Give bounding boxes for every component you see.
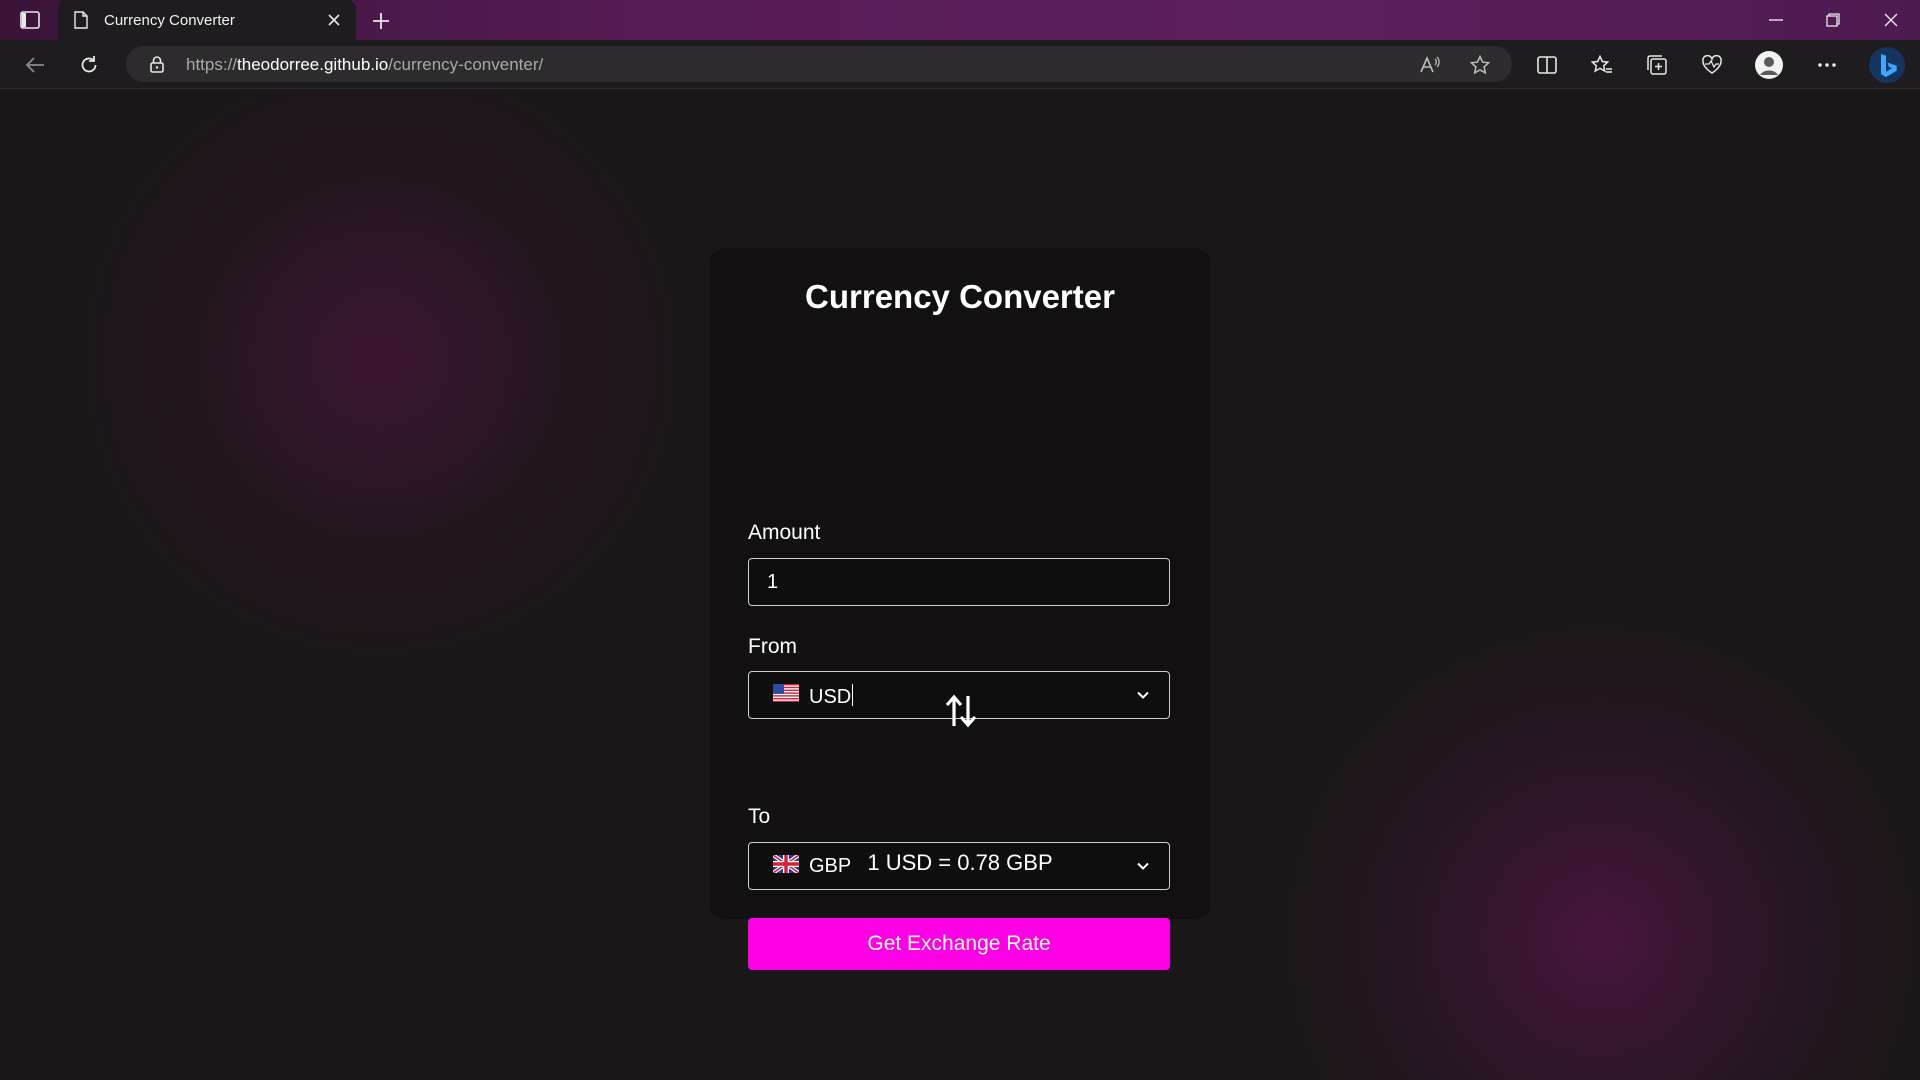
back-icon[interactable]: [20, 50, 50, 80]
browser-essentials-icon[interactable]: [1697, 50, 1727, 80]
close-tab-icon[interactable]: [324, 10, 344, 30]
url-host: theodorree.github.io: [237, 55, 389, 74]
page-background: Currency Converter Amount 1 From USD To …: [0, 89, 1920, 1080]
bing-copilot-icon[interactable]: [1868, 46, 1906, 84]
from-currency-code: USD: [809, 686, 852, 708]
chevron-down-icon: [1135, 687, 1151, 703]
to-label: To: [748, 805, 771, 828]
swap-arrows-icon[interactable]: [945, 694, 977, 728]
amount-input[interactable]: 1: [748, 558, 1170, 606]
address-bar[interactable]: https://theodorree.github.io/currency-co…: [126, 46, 1512, 82]
browser-tab-active[interactable]: Currency Converter: [58, 0, 356, 40]
from-label: From: [748, 635, 797, 658]
restore-icon[interactable]: [1813, 8, 1853, 32]
favorite-star-icon[interactable]: [1466, 51, 1494, 79]
lock-icon[interactable]: [148, 55, 166, 73]
new-tab-icon[interactable]: [368, 8, 394, 34]
browser-titlebar: Currency Converter: [0, 0, 1920, 40]
converter-card: Currency Converter Amount 1 From USD To …: [710, 248, 1210, 970]
browser-toolbar: https://theodorree.github.io/currency-co…: [0, 40, 1920, 89]
collections-icon[interactable]: [1642, 50, 1672, 80]
page-title: Currency Converter: [805, 278, 1115, 315]
favorites-icon[interactable]: [1587, 50, 1617, 80]
exchange-result: 1 USD = 0.78 GBP: [867, 850, 1053, 875]
us-flag-icon: [773, 684, 799, 702]
get-exchange-rate-button[interactable]: Get Exchange Rate: [748, 918, 1170, 970]
url-scheme: https://: [186, 55, 238, 74]
amount-label: Amount: [748, 521, 821, 544]
from-currency-value: USD: [809, 684, 854, 709]
refresh-icon[interactable]: [74, 50, 104, 80]
more-options-icon[interactable]: [1812, 50, 1842, 80]
read-aloud-icon[interactable]: [1416, 51, 1444, 79]
url-path: /currency-conventer/: [388, 55, 544, 74]
tab-actions-icon[interactable]: [12, 6, 48, 34]
close-window-icon[interactable]: [1871, 8, 1911, 32]
url-text[interactable]: https://theodorree.github.io/currency-co…: [186, 55, 543, 75]
text-cursor: [852, 684, 854, 706]
amount-value: 1: [767, 571, 779, 593]
page-icon: [74, 11, 90, 29]
profile-avatar-icon[interactable]: [1754, 50, 1784, 80]
minimize-icon[interactable]: [1756, 8, 1796, 32]
tab-title: Currency Converter: [104, 11, 235, 29]
split-screen-icon[interactable]: [1532, 50, 1562, 80]
